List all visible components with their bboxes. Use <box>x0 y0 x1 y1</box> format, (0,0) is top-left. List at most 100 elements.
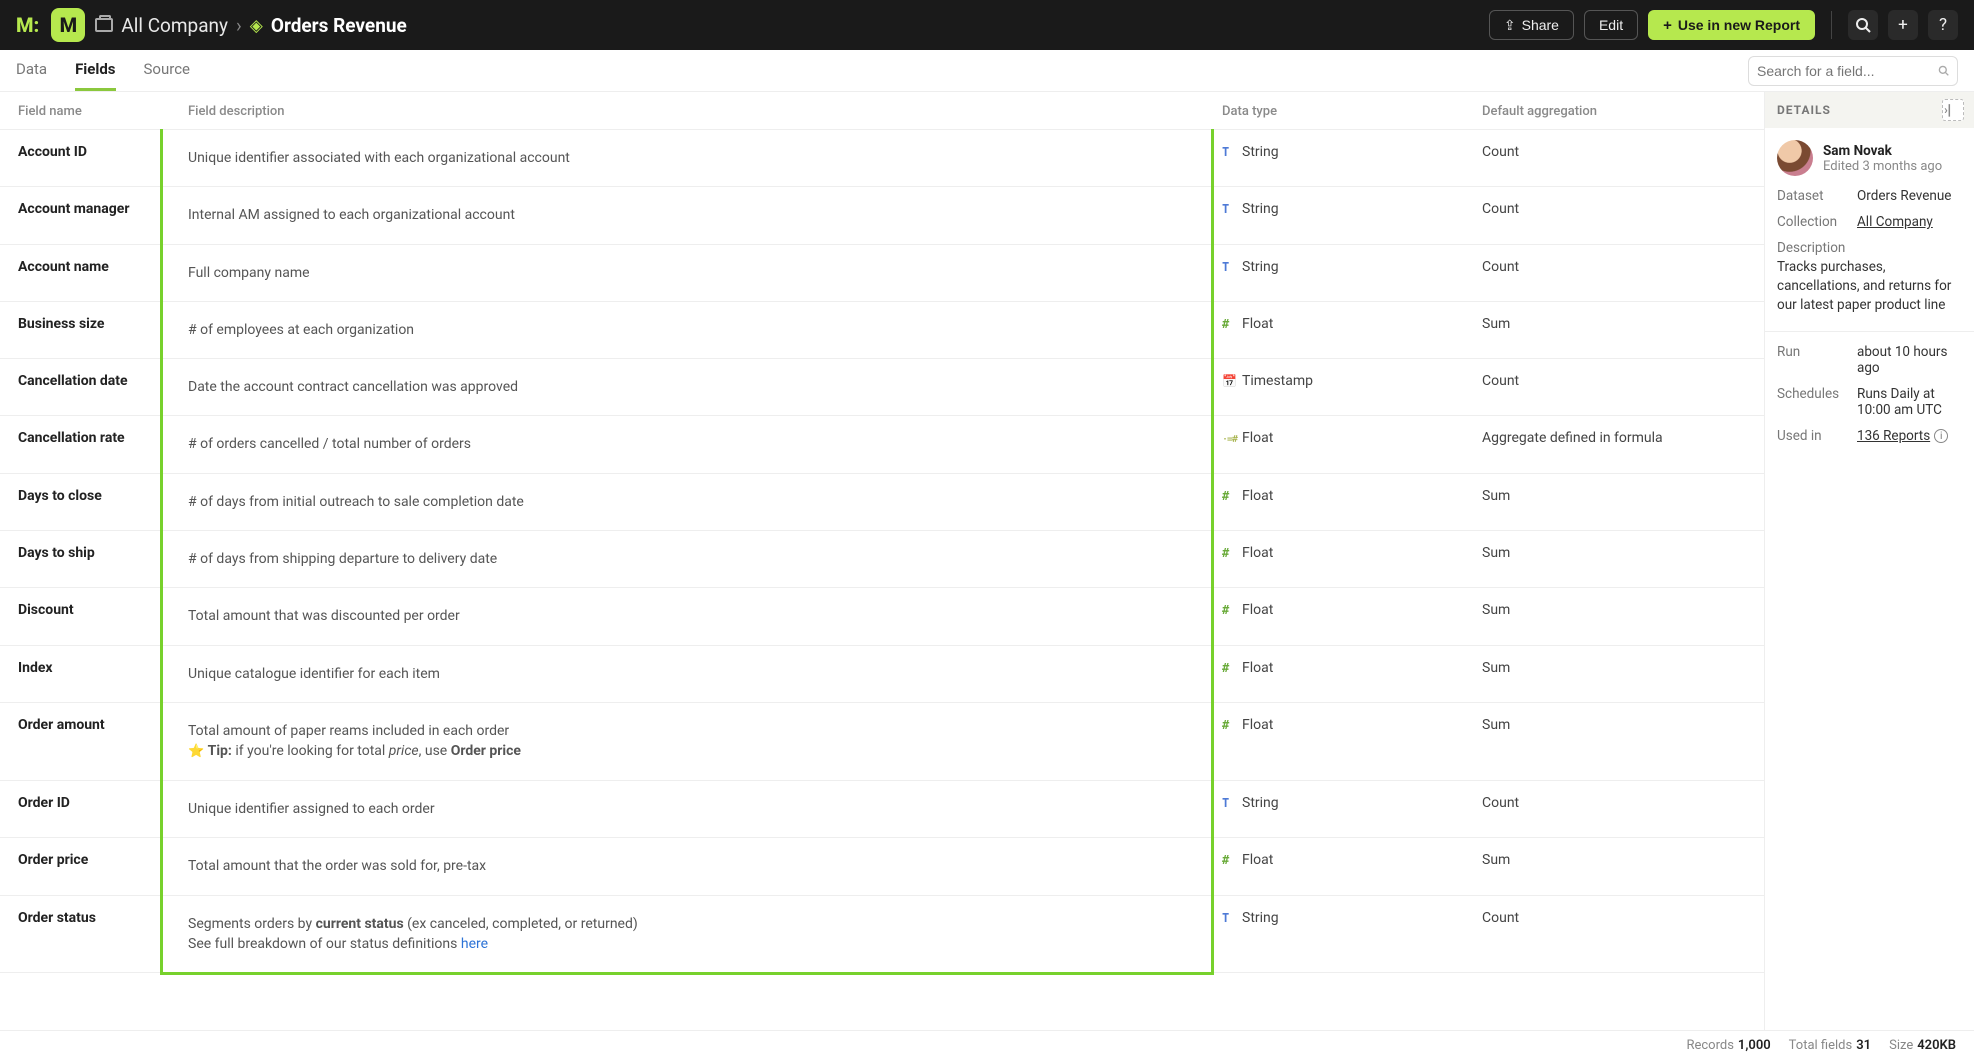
field-aggregation: Sum <box>1464 645 1764 702</box>
table-row[interactable]: Days to ship# of days from shipping depa… <box>0 531 1764 588</box>
col-default-agg[interactable]: Default aggregation <box>1464 92 1764 130</box>
table-row[interactable]: Cancellation dateDate the account contra… <box>0 359 1764 416</box>
type-icon: # <box>1222 317 1236 331</box>
field-description: Total amount that was discounted per ord… <box>170 588 1204 645</box>
field-description: Full company name <box>170 244 1204 301</box>
field-name: Order ID <box>0 781 170 838</box>
table-row[interactable]: Order priceTotal amount that the order w… <box>0 838 1764 895</box>
type-icon: # <box>1222 489 1236 503</box>
field-description: # of employees at each organization <box>170 301 1204 358</box>
table-row[interactable]: Account IDUnique identifier associated w… <box>0 130 1764 187</box>
field-type: TString <box>1204 781 1464 838</box>
table-row[interactable]: IndexUnique catalogue identifier for eac… <box>0 645 1764 702</box>
type-icon: # <box>1222 661 1236 675</box>
table-row[interactable]: Order amountTotal amount of paper reams … <box>0 702 1764 780</box>
table-row[interactable]: Account managerInternal AM assigned to e… <box>0 187 1764 244</box>
field-description: Unique catalogue identifier for each ite… <box>170 645 1204 702</box>
field-name: Order amount <box>0 702 170 780</box>
field-description: Unique identifier assigned to each order <box>170 781 1204 838</box>
type-icon: 📅 <box>1222 374 1236 388</box>
field-type: #Float <box>1204 702 1464 780</box>
breadcrumb-collection[interactable]: All Company <box>121 14 228 37</box>
field-type: TString <box>1204 895 1464 973</box>
field-aggregation: Count <box>1464 895 1764 973</box>
details-user: Sam Novak Edited 3 months ago <box>1777 140 1962 176</box>
type-icon: ·=# <box>1222 434 1236 445</box>
type-icon: T <box>1222 145 1236 159</box>
details-panel: DETAILS ›⎸ Sam Novak Edited 3 months ago… <box>1764 92 1974 1030</box>
field-aggregation: Sum <box>1464 838 1764 895</box>
info-icon[interactable]: i <box>1934 429 1948 443</box>
footer-fields-key: Total fields <box>1789 1038 1853 1053</box>
field-search-input[interactable] <box>1757 63 1938 79</box>
use-in-report-button[interactable]: + Use in new Report <box>1648 10 1815 40</box>
field-name: Days to close <box>0 473 170 530</box>
field-description: Unique identifier associated with each o… <box>170 130 1204 187</box>
collection-icon <box>95 18 113 32</box>
field-aggregation: Count <box>1464 359 1764 416</box>
search-icon <box>1938 63 1949 78</box>
table-row[interactable]: DiscountTotal amount that was discounted… <box>0 588 1764 645</box>
field-name: Index <box>0 645 170 702</box>
type-icon: T <box>1222 202 1236 216</box>
col-field-desc[interactable]: Field description <box>170 92 1204 130</box>
topbar: M: M All Company › ◈ Orders Revenue ⇪ Sh… <box>0 0 1974 50</box>
share-icon: ⇪ <box>1504 17 1516 34</box>
field-description: # of days from initial outreach to sale … <box>170 473 1204 530</box>
field-description: # of orders cancelled / total number of … <box>170 416 1204 473</box>
dataset-icon: ◈ <box>250 16 263 36</box>
field-description: Total amount that the order was sold for… <box>170 838 1204 895</box>
status-bar: Records1,000 Total fields31 Size420KB <box>0 1030 1974 1060</box>
type-icon: # <box>1222 718 1236 732</box>
tab-data[interactable]: Data <box>16 50 47 91</box>
field-type: TString <box>1204 187 1464 244</box>
field-aggregation: Sum <box>1464 702 1764 780</box>
edit-button[interactable]: Edit <box>1584 10 1638 40</box>
field-type: #Float <box>1204 531 1464 588</box>
share-button[interactable]: ⇪ Share <box>1489 10 1574 40</box>
field-type: ·=#Float <box>1204 416 1464 473</box>
table-row[interactable]: Order statusSegments orders by current s… <box>0 895 1764 973</box>
table-row[interactable]: Business size# of employees at each orga… <box>0 301 1764 358</box>
field-aggregation: Count <box>1464 187 1764 244</box>
tab-fields[interactable]: Fields <box>75 50 115 91</box>
field-description: # of days from shipping departure to del… <box>170 531 1204 588</box>
details-dataset-val: Orders Revenue <box>1857 188 1962 204</box>
details-used-link[interactable]: 136 Reportsi <box>1857 428 1962 444</box>
table-row[interactable]: Order IDUnique identifier assigned to ea… <box>0 781 1764 838</box>
col-field-name[interactable]: Field name <box>0 92 170 130</box>
details-collection-link[interactable]: All Company <box>1857 214 1962 230</box>
table-row[interactable]: Days to close# of days from initial outr… <box>0 473 1764 530</box>
table-row[interactable]: Account nameFull company nameTStringCoun… <box>0 244 1764 301</box>
breadcrumb-dataset[interactable]: Orders Revenue <box>271 14 407 37</box>
use-in-report-label: Use in new Report <box>1678 17 1800 33</box>
field-type: #Float <box>1204 645 1464 702</box>
field-aggregation: Count <box>1464 244 1764 301</box>
add-icon[interactable]: + <box>1888 10 1918 40</box>
help-icon[interactable]: ? <box>1928 10 1958 40</box>
details-sched-val: Runs Daily at 10:00 am UTC <box>1857 386 1962 418</box>
collapse-panel-icon[interactable]: ›⎸ <box>1942 99 1964 121</box>
avatar <box>1777 140 1813 176</box>
table-header-row: Field name Field description Data type D… <box>0 92 1764 130</box>
brand-logo[interactable]: M <box>51 8 85 42</box>
field-search[interactable] <box>1748 56 1958 86</box>
search-icon[interactable] <box>1848 10 1878 40</box>
details-user-name: Sam Novak <box>1823 143 1942 159</box>
main: Field name Field description Data type D… <box>0 92 1974 1030</box>
details-sched-key: Schedules <box>1777 386 1857 418</box>
table-row[interactable]: Cancellation rate# of orders cancelled /… <box>0 416 1764 473</box>
footer-records-val: 1,000 <box>1738 1038 1771 1053</box>
field-name: Account manager <box>0 187 170 244</box>
field-name: Order status <box>0 895 170 973</box>
fields-table-wrap: Field name Field description Data type D… <box>0 92 1764 1030</box>
type-icon: T <box>1222 911 1236 925</box>
details-dataset-key: Dataset <box>1777 188 1857 204</box>
col-data-type[interactable]: Data type <box>1204 92 1464 130</box>
divider <box>1831 11 1832 39</box>
field-name: Account name <box>0 244 170 301</box>
brand-mark-side: M: <box>16 13 39 37</box>
tab-source[interactable]: Source <box>144 50 190 91</box>
chevron-right-icon: › <box>236 14 242 37</box>
field-name: Business size <box>0 301 170 358</box>
